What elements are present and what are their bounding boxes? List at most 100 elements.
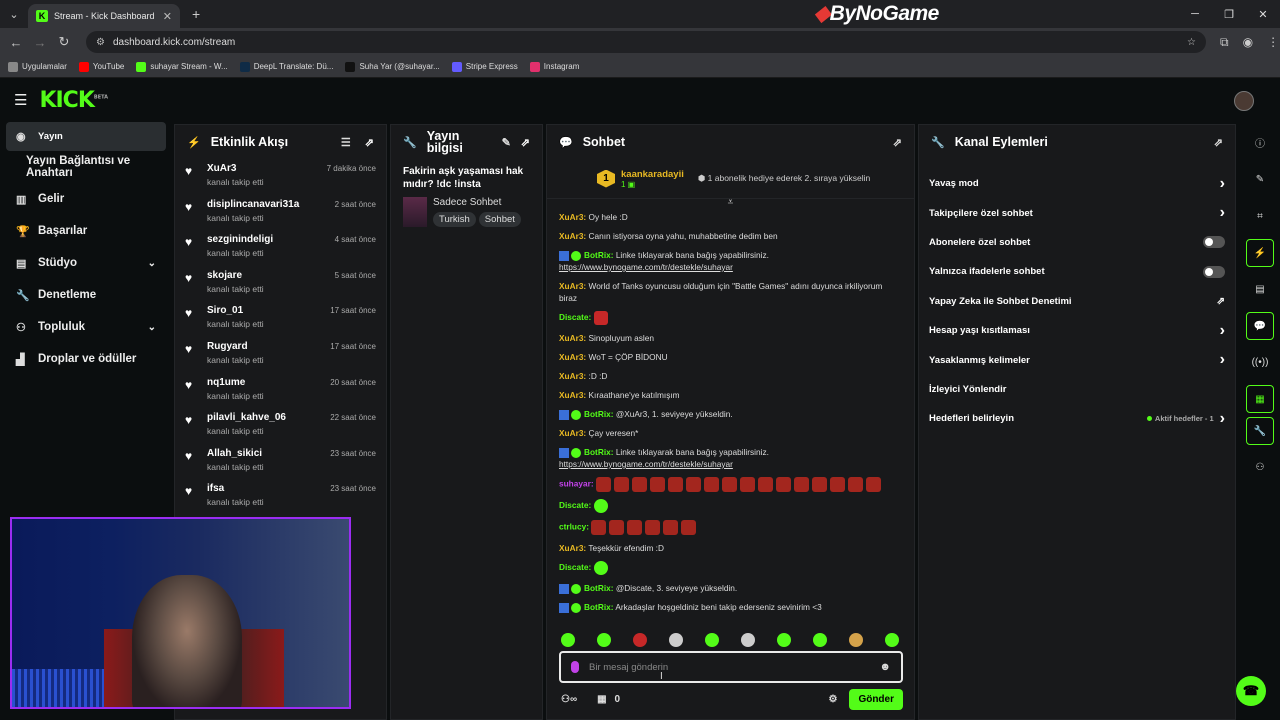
menu-icon[interactable]: ⋮ — [1267, 35, 1279, 49]
chat-username[interactable]: Discate: — [559, 500, 591, 510]
chat-link[interactable]: https://www.bynogame.com/tr/destekle/suh… — [559, 459, 733, 469]
info-icon[interactable]: ⓘ — [1240, 124, 1280, 161]
bookmark-item[interactable]: YouTube — [78, 61, 124, 72]
chat-input[interactable]: Bir mesaj gönderin ☻ — [559, 651, 903, 683]
event-user[interactable]: Rugyard — [207, 341, 264, 352]
chat-username[interactable]: XuAr3: — [559, 281, 586, 291]
chat-username[interactable]: XuAr3: — [559, 543, 586, 553]
chat-username[interactable]: XuAr3: — [559, 428, 586, 438]
popout-icon[interactable]: ⇗ — [521, 136, 530, 149]
event-user[interactable]: Siro_01 — [207, 305, 264, 316]
chat-username[interactable]: BotRix: — [584, 409, 614, 419]
channel-action-item[interactable]: Takipçilere özel sohbet › — [919, 198, 1235, 227]
document-icon[interactable]: ▤ — [1240, 271, 1280, 308]
channel-action-item[interactable]: Hesap yaşı kısıtlaması › — [919, 316, 1235, 345]
back-icon[interactable]: ← — [4, 35, 28, 50]
chat-username[interactable]: suhayar: — [559, 479, 594, 489]
close-window-icon[interactable]: ✕ — [1246, 0, 1280, 28]
chevron-down-icon[interactable]: ⌄ — [148, 322, 156, 333]
chat-username[interactable]: XuAr3: — [559, 231, 586, 241]
sidebar-item[interactable]: ▤ Stüdyo ⌄ — [0, 247, 172, 279]
stream-info-toggle-icon[interactable]: ▦ — [1246, 385, 1274, 413]
restore-icon[interactable]: ❐ — [1212, 0, 1246, 28]
bookmark-item[interactable]: Instagram — [529, 61, 579, 72]
external-link-icon[interactable]: ⇗ — [1217, 296, 1225, 307]
chat-username[interactable]: XuAr3: — [559, 371, 586, 381]
emote-icon[interactable] — [597, 633, 611, 647]
tag-chip[interactable]: Sohbet — [478, 212, 521, 227]
emote-icon[interactable] — [813, 633, 827, 647]
chat-username[interactable]: BotRix: — [584, 602, 614, 612]
emote-icon[interactable] — [777, 633, 791, 647]
channel-action-item[interactable]: Yasaklanmış kelimeler › — [919, 345, 1235, 374]
new-tab-icon[interactable]: + — [192, 6, 200, 22]
emote-icon[interactable] — [741, 633, 755, 647]
mic-icon[interactable] — [571, 661, 579, 673]
broadcast-icon[interactable]: ((•)) — [1240, 344, 1280, 381]
sidebar-item[interactable]: ◉ Yayın — [6, 122, 166, 152]
chat-username[interactable]: XuAr3: — [559, 352, 586, 362]
sidebar-item[interactable]: 🔧 Denetleme — [0, 279, 172, 311]
gift-icon[interactable]: ▦ — [597, 694, 606, 705]
site-info-icon[interactable]: ⚙ — [96, 37, 105, 48]
event-user[interactable]: XuAr3 — [207, 163, 264, 174]
filter-icon[interactable]: ☰ — [341, 136, 351, 149]
chat-username[interactable]: XuAr3: — [559, 333, 586, 343]
forward-icon[interactable]: → — [28, 35, 52, 50]
event-user[interactable]: Allah_sikici — [207, 448, 264, 459]
chevron-right-icon[interactable]: › — [1220, 410, 1225, 428]
sidebar-item[interactable]: ▟ Droplar ve ödüller — [0, 343, 172, 375]
channel-action-item[interactable]: İzleyici Yönlendir — [919, 375, 1235, 404]
sidebar-item[interactable]: 🏆 Başarılar — [0, 215, 172, 247]
sidebar-item[interactable]: ⚇ Topluluk ⌄ — [0, 311, 172, 343]
chat-username[interactable]: ctrlucy: — [559, 522, 589, 532]
extensions-icon[interactable]: ⧉ — [1220, 35, 1229, 50]
emote-icon[interactable] — [705, 633, 719, 647]
chevron-right-icon[interactable]: › — [1220, 204, 1225, 222]
chat-username[interactable]: BotRix: — [584, 447, 614, 457]
popout-icon[interactable]: ⇗ — [365, 136, 374, 149]
event-user[interactable]: disiplincanavari31a — [207, 199, 299, 210]
bookmark-star-icon[interactable]: ☆ — [1187, 37, 1196, 48]
minimize-icon[interactable]: ─ — [1178, 0, 1212, 28]
chat-settings-icon[interactable]: ⚙ — [828, 694, 837, 705]
channel-action-item[interactable]: Yalnızca ifadelerle sohbet — [919, 257, 1235, 286]
emote-icon[interactable] — [633, 633, 647, 647]
kick-logo[interactable]: KICKBETA — [39, 88, 108, 113]
send-button[interactable]: Gönder — [849, 688, 903, 710]
popout-icon[interactable]: ⇗ — [1214, 136, 1223, 149]
chevron-right-icon[interactable]: › — [1220, 351, 1225, 369]
toggle-switch[interactable] — [1203, 265, 1225, 278]
profile-icon[interactable]: ◉ — [1243, 35, 1253, 49]
chevron-right-icon[interactable]: › — [1220, 322, 1225, 340]
sidebar-item[interactable]: Yayın Bağlantısı ve Anahtarı — [0, 151, 172, 183]
chat-username[interactable]: XuAr3: — [559, 212, 586, 222]
bookmark-item[interactable]: Suha Yar (@suhayar... — [345, 61, 440, 72]
sidebar-item[interactable]: ▥ Gelir — [0, 183, 172, 215]
event-user[interactable]: ifsa — [207, 483, 264, 494]
chat-toggle-icon[interactable]: 💬 — [1246, 312, 1274, 340]
channel-action-item[interactable]: Yapay Zeka ile Sohbet Denetimi ⇗ — [919, 287, 1235, 316]
browser-tab[interactable]: K Stream - Kick Dashboard ✕ — [28, 4, 180, 28]
edit-icon[interactable]: ✎ — [1240, 161, 1280, 198]
chat-username[interactable]: XuAr3: — [559, 390, 586, 400]
chat-username[interactable]: BotRix: — [584, 583, 614, 593]
close-tab-icon[interactable]: ✕ — [163, 10, 172, 23]
channel-action-item[interactable]: Hedefleri belirleyin Aktif hedefler - 1 › — [919, 404, 1235, 433]
emote-icon[interactable] — [849, 633, 863, 647]
reload-icon[interactable]: ↻ — [52, 34, 76, 50]
emoji-picker-icon[interactable]: ☻ — [879, 661, 891, 673]
event-user[interactable]: nq1ume — [207, 377, 264, 388]
collapse-pinned-icon[interactable]: ⩡ — [547, 198, 914, 209]
wrench-toggle-icon[interactable]: 🔧 — [1246, 417, 1274, 445]
event-user[interactable]: skojare — [207, 270, 264, 281]
url-field[interactable]: ⚙ dashboard.kick.com/stream ☆ — [86, 31, 1206, 53]
pinned-user[interactable]: kaankaradayii — [621, 169, 684, 180]
chat-username[interactable]: BotRix: — [584, 250, 614, 260]
channel-action-item[interactable]: Abonelere özel sohbet — [919, 228, 1235, 257]
bookmark-item[interactable]: Uygulamalar — [8, 61, 67, 72]
channel-action-item[interactable]: Yavaş mod › — [919, 169, 1235, 198]
bookmark-item[interactable]: Stripe Express — [451, 61, 518, 72]
chat-username[interactable]: Discate: — [559, 312, 591, 322]
toggle-switch[interactable] — [1203, 236, 1225, 249]
